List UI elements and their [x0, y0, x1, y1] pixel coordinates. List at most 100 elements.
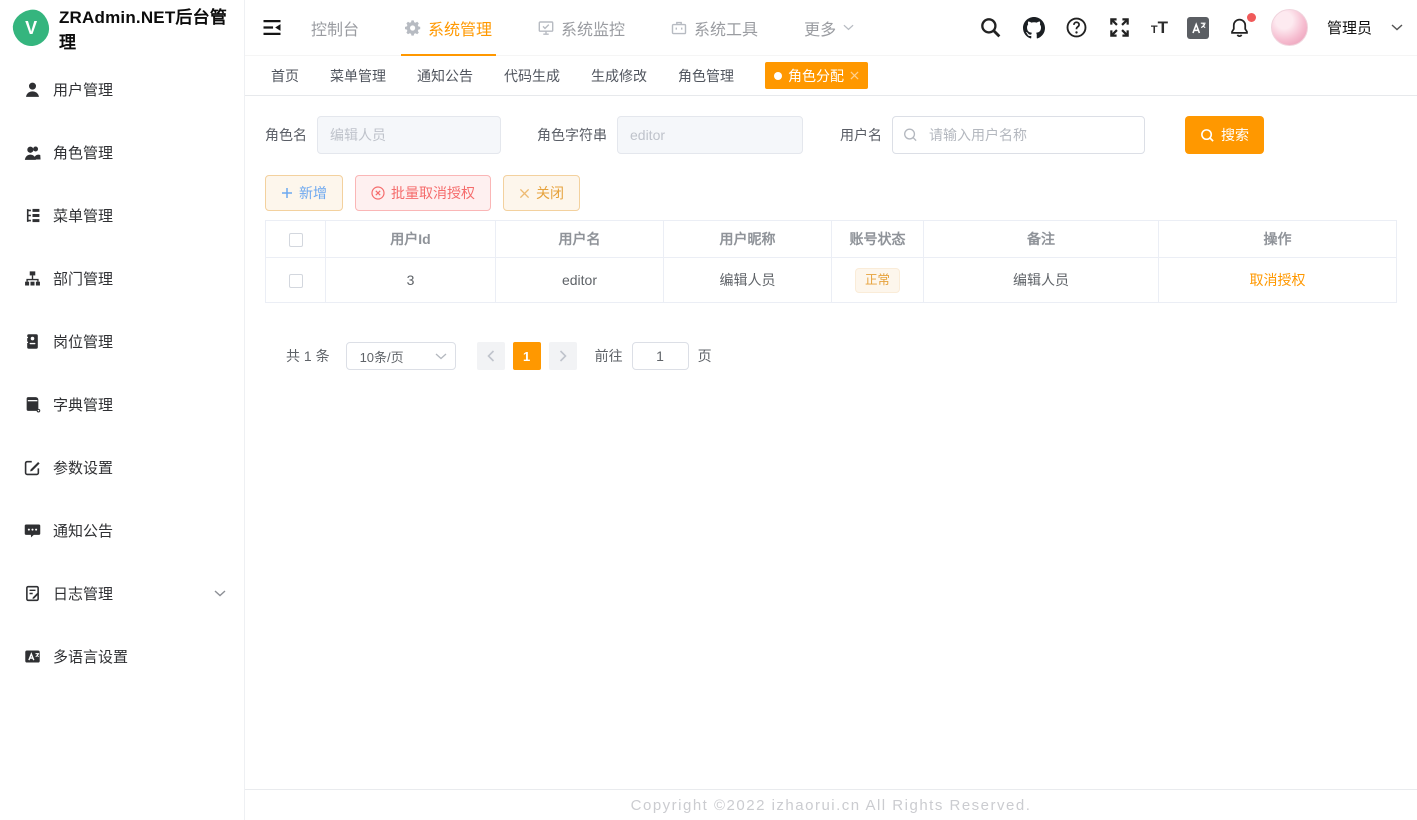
app-window: V ZRAdmin.NET后台管理 用户管理 角色管理 菜单管理	[0, 0, 1417, 820]
pagination: 共 1 条 10条/页 1 前往 页	[265, 342, 1397, 370]
page-content: 角色名 角色字符串 用户名 搜索	[245, 96, 1417, 789]
sidebar-item-users[interactable]: 用户管理	[0, 58, 244, 121]
nav-item-console[interactable]: 控制台	[307, 0, 363, 56]
sidebar-menu: 用户管理 角色管理 菜单管理 部门管理	[0, 56, 244, 688]
copyright-text: Copyright ©2022 izhaorui.cn All Rights R…	[631, 797, 1032, 814]
nav-label: 系统管理	[428, 16, 492, 40]
row-checkbox[interactable]	[289, 274, 303, 288]
column-status: 账号状态	[832, 221, 924, 258]
tab-home[interactable]: 首页	[271, 66, 299, 86]
sidebar-item-posts[interactable]: 岗位管理	[0, 310, 244, 373]
close-button[interactable]: 关闭	[503, 175, 580, 211]
circle-close-icon	[371, 186, 385, 200]
tab-role-assignment-active[interactable]: 角色分配	[765, 62, 868, 89]
fullscreen-icon[interactable]	[1108, 16, 1132, 40]
tab-generate-modify[interactable]: 生成修改	[591, 66, 647, 86]
nav-item-more[interactable]: 更多	[800, 0, 858, 56]
top-nav: 控制台 系统管理 系统监控	[307, 0, 896, 56]
app-logo[interactable]: V ZRAdmin.NET后台管理	[0, 0, 244, 56]
user-name-input[interactable]	[892, 116, 1145, 154]
users-table: 用户Id 用户名 用户昵称 账号状态 备注 操作 3 editor 编辑人员	[265, 220, 1397, 303]
sidebar-item-logs[interactable]: 日志管理	[0, 562, 244, 625]
translate-icon[interactable]	[1187, 17, 1209, 39]
sidebar-fold-icon[interactable]	[259, 15, 285, 41]
close-button-label: 关闭	[536, 183, 564, 203]
log-icon	[24, 585, 41, 602]
sidebar-item-label: 菜单管理	[53, 205, 113, 226]
search-icon	[1200, 128, 1215, 143]
add-button[interactable]: 新增	[265, 175, 343, 211]
sidebar-item-label: 部门管理	[53, 268, 113, 289]
sidebar-item-menus[interactable]: 菜单管理	[0, 184, 244, 247]
notifications-bell-icon[interactable]	[1228, 16, 1252, 40]
message-icon	[24, 522, 41, 539]
cell-user-id: 3	[326, 258, 496, 303]
search-button[interactable]: 搜索	[1185, 116, 1264, 154]
org-chart-icon	[24, 270, 41, 287]
user-icon	[24, 81, 41, 98]
sidebar-item-languages[interactable]: 多语言设置	[0, 625, 244, 688]
sidebar-item-departments[interactable]: 部门管理	[0, 247, 244, 310]
select-all-checkbox[interactable]	[289, 233, 303, 247]
close-icon	[519, 188, 530, 199]
sidebar-item-roles[interactable]: 角色管理	[0, 121, 244, 184]
notification-dot	[1247, 13, 1256, 22]
cell-remark: 编辑人员	[924, 258, 1159, 303]
sidebar-item-parameters[interactable]: 参数设置	[0, 436, 244, 499]
avatar[interactable]	[1271, 9, 1308, 46]
close-icon[interactable]	[850, 71, 859, 80]
page-number-button[interactable]: 1	[513, 342, 541, 370]
search-button-label: 搜索	[1221, 125, 1249, 145]
goto-page-input[interactable]	[632, 342, 689, 370]
chevron-down-icon[interactable]	[1391, 24, 1403, 31]
nav-label: 系统监控	[561, 16, 625, 40]
nav-item-system-management[interactable]: 系统管理	[401, 0, 496, 56]
sidebar-item-dictionary[interactable]: 字典管理	[0, 373, 244, 436]
tab-code-generation[interactable]: 代码生成	[504, 66, 560, 86]
chevron-down-icon	[435, 353, 447, 360]
page-size-value: 10条/页	[360, 347, 404, 366]
font-size-icon[interactable]: TT	[1151, 19, 1168, 36]
column-nick-name: 用户昵称	[664, 221, 832, 258]
filter-form: 角色名 角色字符串 用户名 搜索	[265, 116, 1397, 154]
page-size-select[interactable]: 10条/页	[346, 342, 456, 370]
gear-icon	[405, 20, 421, 36]
nav-item-system-monitor[interactable]: 系统监控	[534, 0, 629, 56]
edit-square-icon	[24, 459, 41, 476]
github-icon[interactable]	[1022, 16, 1046, 40]
status-badge: 正常	[855, 268, 900, 293]
active-dot	[774, 72, 782, 80]
sidebar-item-label: 岗位管理	[53, 331, 113, 352]
page-unit-label: 页	[698, 346, 712, 366]
nav-item-system-tools[interactable]: 系统工具	[667, 0, 762, 56]
cancel-auth-link[interactable]: 取消授权	[1250, 272, 1306, 288]
sidebar-item-notices[interactable]: 通知公告	[0, 499, 244, 562]
sidebar-item-label: 字典管理	[53, 394, 113, 415]
prev-page-button[interactable]	[477, 342, 505, 370]
role-key-input[interactable]	[617, 116, 803, 154]
topbar-tools: TT 管理员	[979, 9, 1403, 46]
chevron-down-icon	[214, 590, 226, 597]
footer: Copyright ©2022 izhaorui.cn All Rights R…	[245, 789, 1417, 820]
nav-label: 控制台	[311, 16, 359, 40]
next-page-button[interactable]	[549, 342, 577, 370]
users-icon	[24, 144, 41, 161]
monitor-icon	[538, 20, 554, 36]
tab-role-management[interactable]: 角色管理	[678, 66, 734, 86]
tab-label: 角色分配	[788, 66, 844, 86]
help-icon[interactable]	[1065, 16, 1089, 40]
badge-icon	[24, 333, 41, 350]
role-name-input[interactable]	[317, 116, 501, 154]
sidebar-item-label: 用户管理	[53, 79, 113, 100]
add-button-label: 新增	[299, 183, 327, 203]
sidebar: V ZRAdmin.NET后台管理 用户管理 角色管理 菜单管理	[0, 0, 245, 820]
tabs-bar: 首页 菜单管理 通知公告 代码生成 生成修改 角色管理 角色分配	[245, 56, 1417, 96]
tab-menu-management[interactable]: 菜单管理	[330, 66, 386, 86]
sidebar-item-label: 日志管理	[53, 583, 113, 604]
batch-cancel-auth-button[interactable]: 批量取消授权	[355, 175, 491, 211]
language-icon	[24, 648, 41, 665]
sidebar-item-label: 多语言设置	[53, 646, 128, 667]
search-icon[interactable]	[979, 16, 1003, 40]
tab-notices[interactable]: 通知公告	[417, 66, 473, 86]
app-title: ZRAdmin.NET后台管理	[59, 3, 244, 53]
